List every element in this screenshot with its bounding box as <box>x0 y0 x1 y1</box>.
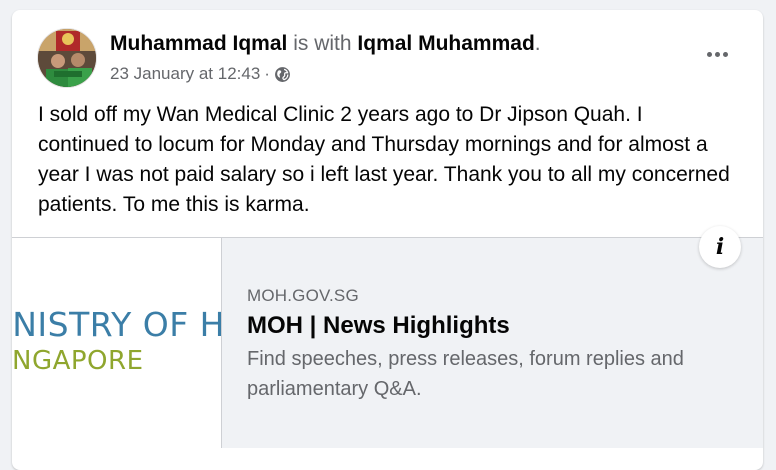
more-options-icon <box>706 51 712 57</box>
more-options-dot <box>714 51 720 57</box>
link-title[interactable]: MOH | News Highlights <box>247 312 510 340</box>
globe-icon[interactable] <box>274 66 291 83</box>
more-options-button[interactable] <box>699 38 735 70</box>
tagged-user-name[interactable]: Iqmal Muhammad <box>357 32 534 55</box>
link-thumbnail[interactable]: INISTRY OF H NGAPORE <box>12 238 222 448</box>
link-preview[interactable]: INISTRY OF H NGAPORE MOH.GOV.SG MOH | Ne… <box>12 237 763 448</box>
author-avatar[interactable] <box>37 28 97 88</box>
more-options-dot <box>722 51 728 57</box>
post-body-text: I sold off my Wan Medical Clinic 2 years… <box>38 103 730 216</box>
post-timestamp[interactable]: 23 January at 12:43 <box>110 63 260 85</box>
thumbnail-text-ministry: INISTRY OF H <box>12 305 222 344</box>
info-icon[interactable]: i <box>699 226 741 268</box>
post-meta: 23 January at 12:43 · <box>110 63 291 85</box>
link-description: Find speeches, press releases, forum rep… <box>247 348 684 400</box>
tagged-suffix: . <box>534 32 541 55</box>
author-name[interactable]: Muhammad Iqmal <box>110 32 287 55</box>
meta-separator: · <box>264 64 270 83</box>
avatar-image <box>38 29 96 87</box>
post-header-names: Muhammad Iqmal is with Iqmal Muhammad. <box>110 31 541 57</box>
link-info[interactable]: MOH.GOV.SG MOH | News Highlights Find sp… <box>222 238 763 448</box>
post-card: Muhammad Iqmal is with Iqmal Muhammad. 2… <box>12 10 763 470</box>
link-domain: MOH.GOV.SG <box>247 286 359 305</box>
with-text: is with <box>293 32 352 55</box>
thumbnail-text-singapore: NGAPORE <box>12 346 144 376</box>
